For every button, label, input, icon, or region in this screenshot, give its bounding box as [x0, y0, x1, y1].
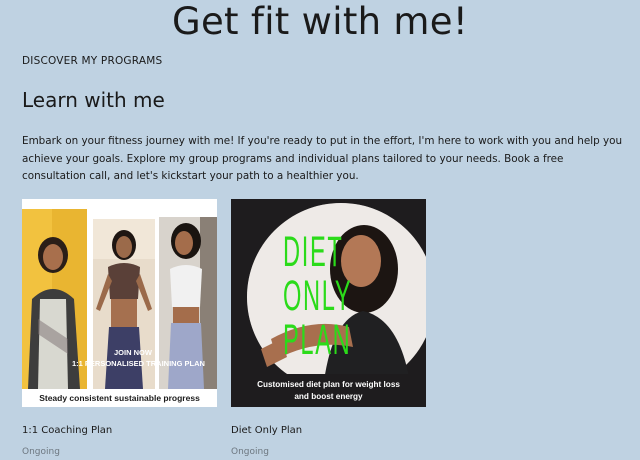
discover-programs-link[interactable]: DISCOVER MY PROGRAMS	[22, 55, 162, 67]
program-status: Ongoing	[22, 447, 60, 457]
diet-image-caption: Customised diet plan for weight loss and…	[231, 379, 426, 403]
program-card-coaching[interactable]: JOIN NOW 1:1 PERSONALISED TRAINING PLAN …	[22, 199, 217, 457]
program-status: Ongoing	[231, 447, 269, 457]
diet-plan-image[interactable]: DIET ONLY PLAN Customised diet plan for …	[231, 199, 426, 407]
program-title[interactable]: 1:1 Coaching Plan	[22, 425, 112, 436]
join-now-label: JOIN NOW	[114, 348, 152, 357]
section-heading: Learn with me	[22, 88, 165, 112]
plan-word: PLAN	[283, 316, 352, 364]
diet-caption-line2: and boost energy	[294, 392, 363, 401]
intro-paragraph: Embark on your fitness journey with me! …	[22, 135, 623, 182]
only-word: ONLY	[283, 272, 353, 320]
coaching-plan-image[interactable]: JOIN NOW 1:1 PERSONALISED TRAINING PLAN …	[22, 199, 217, 407]
coaching-photo-collage	[22, 209, 217, 407]
diet-word: DIET	[283, 228, 344, 276]
coaching-image-caption: Steady consistent sustainable progress	[39, 393, 200, 403]
diet-caption-line1: Customised diet plan for weight loss	[257, 380, 400, 389]
program-card-diet[interactable]: DIET ONLY PLAN Customised diet plan for …	[231, 199, 426, 457]
page-title: Get fit with me!	[172, 0, 468, 43]
personal-plan-label: 1:1 PERSONALISED TRAINING PLAN	[72, 359, 205, 368]
program-title[interactable]: Diet Only Plan	[231, 425, 302, 436]
